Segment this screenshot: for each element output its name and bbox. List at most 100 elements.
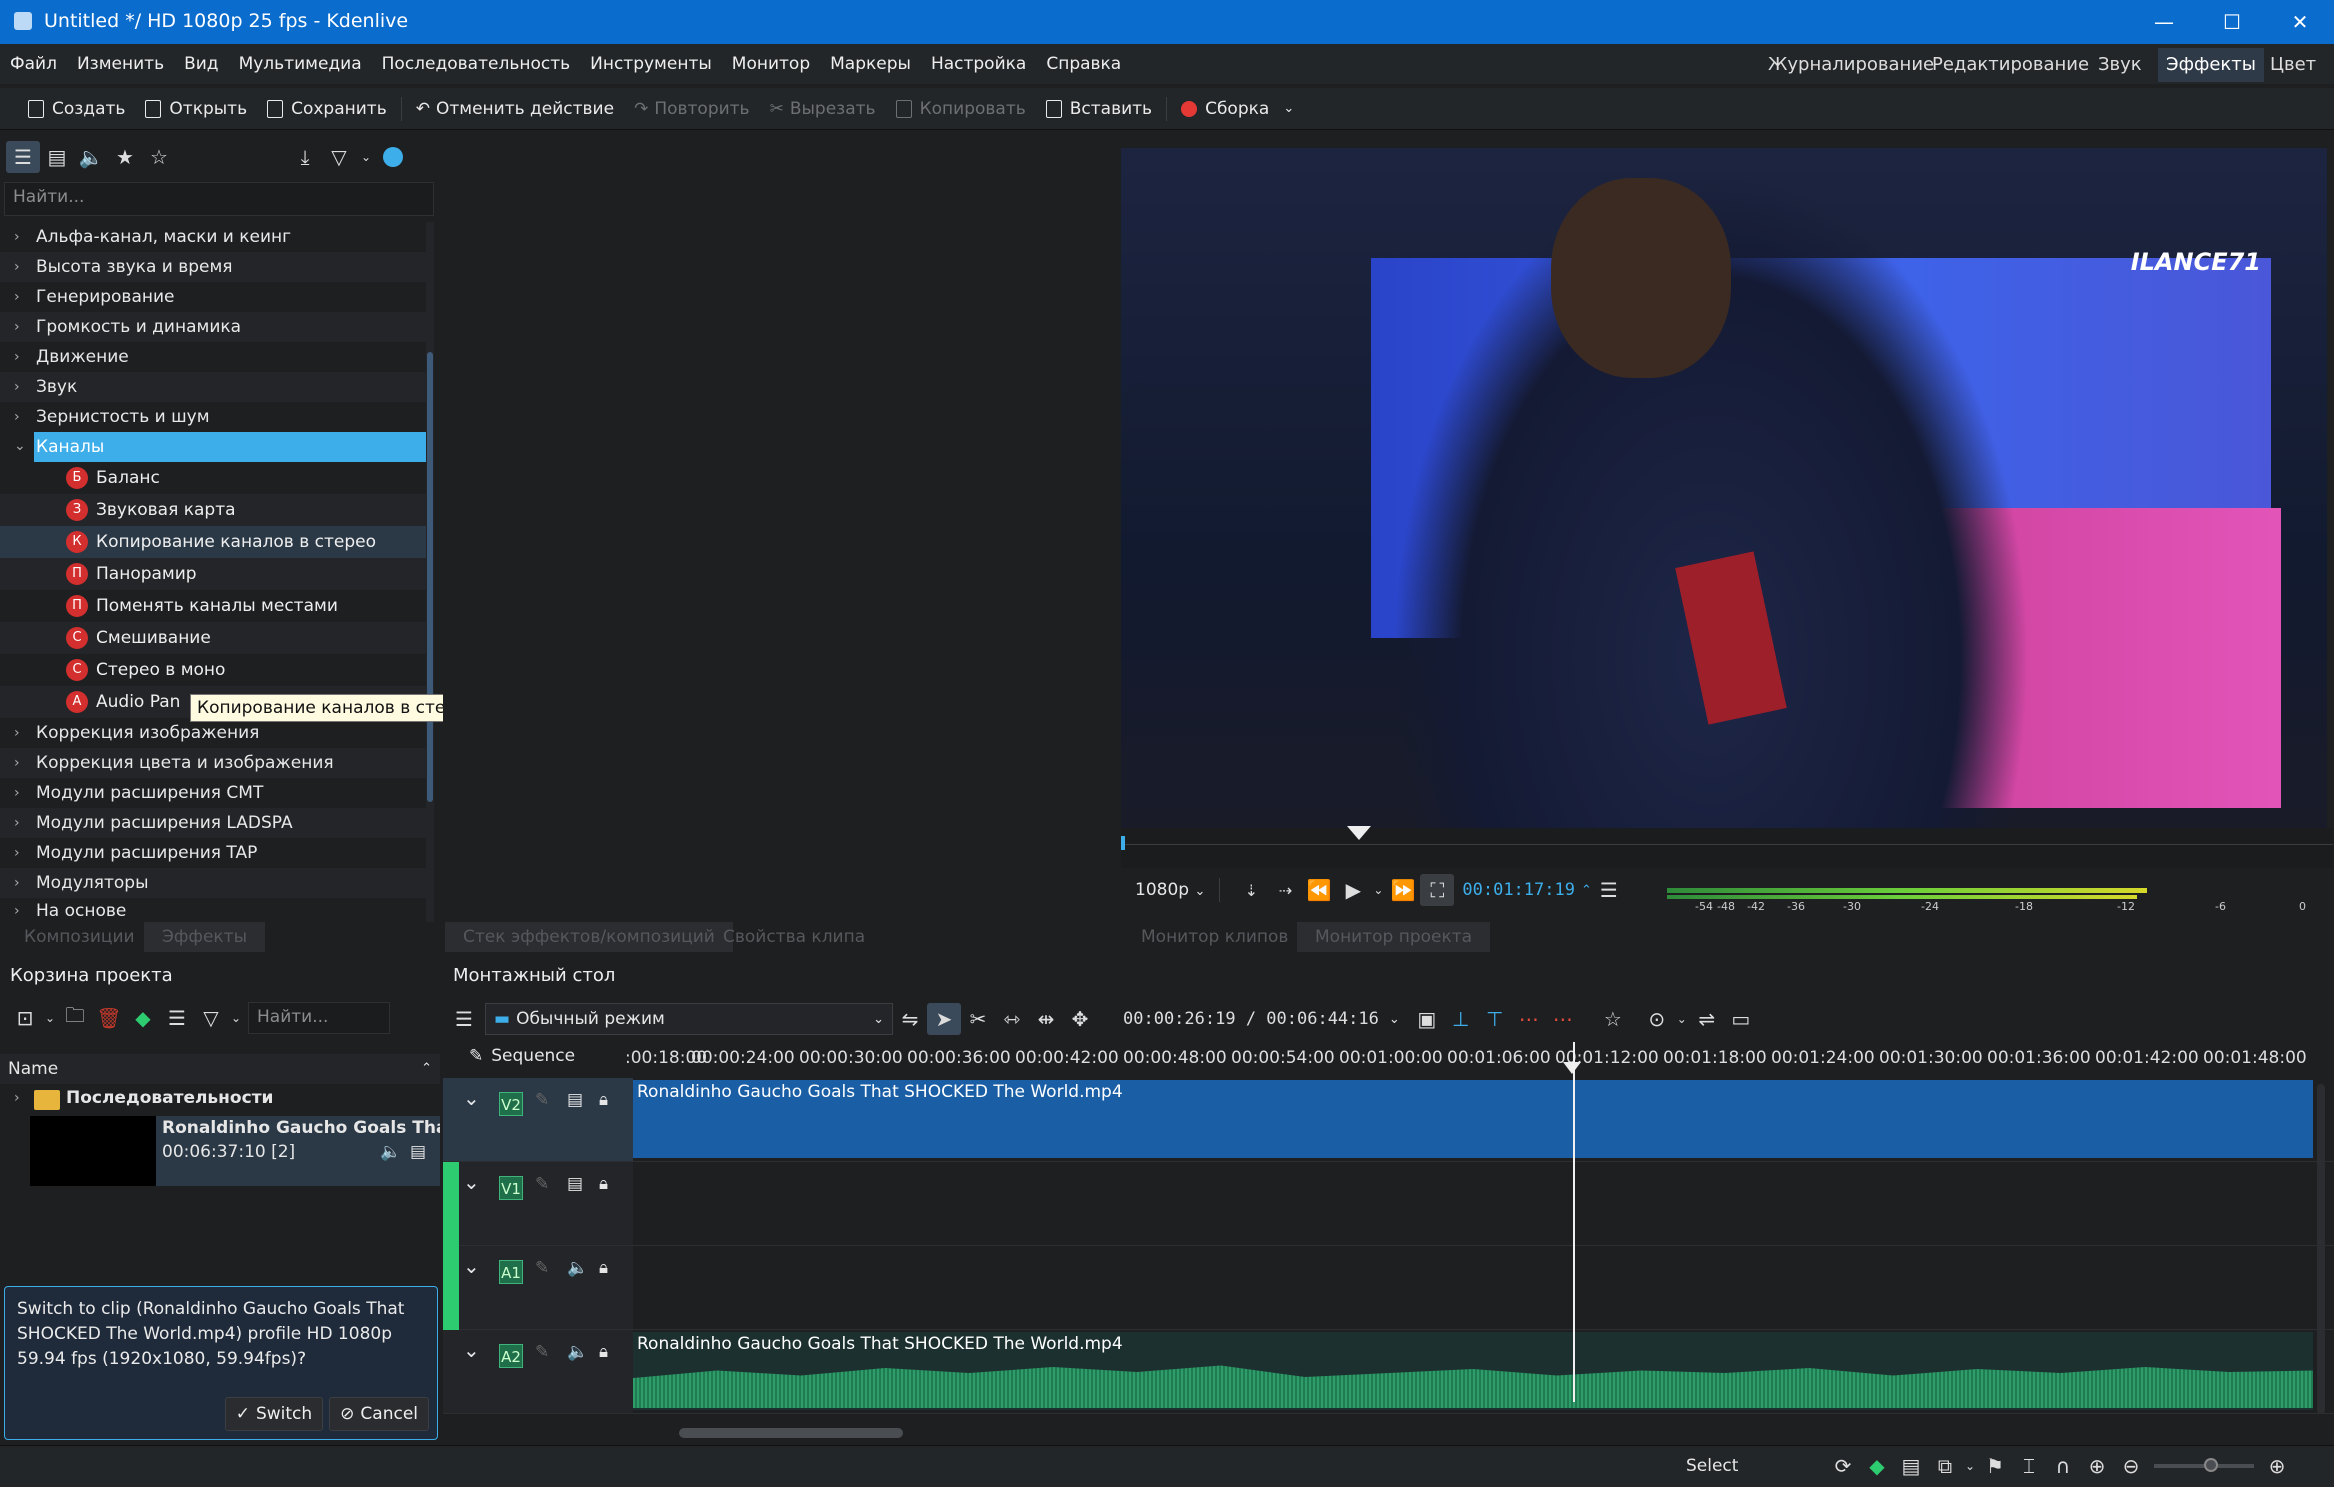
- effect-category[interactable]: › Модуляторы: [0, 868, 426, 898]
- bin-menu-icon[interactable]: ☰: [160, 1002, 194, 1034]
- timeline-menu-icon[interactable]: ☰: [447, 1003, 481, 1035]
- copy-button[interactable]: Копировать: [886, 88, 1036, 130]
- zoom-slider-handle[interactable]: [2204, 1458, 2218, 1472]
- effects-icon[interactable]: ✎: [535, 1258, 549, 1278]
- menu-settings[interactable]: Настройка: [921, 54, 1036, 74]
- track-header-a1[interactable]: ⌄ A1 ✎ 🔈 🔒︎: [459, 1246, 633, 1329]
- ripple-tool-icon[interactable]: ⇹: [1029, 1003, 1063, 1035]
- effect-category[interactable]: › Движение: [0, 342, 426, 372]
- menu-media[interactable]: Мультимедиа: [229, 54, 372, 74]
- chevron-down-icon[interactable]: ⌄: [356, 141, 376, 173]
- effect-item[interactable]: К Копирование каналов в стерео: [0, 526, 426, 558]
- cut-tool-icon[interactable]: ✂: [961, 1003, 995, 1035]
- collapse-icon[interactable]: ⌄: [463, 1254, 480, 1278]
- zoom-in-icon[interactable]: ⊕: [2260, 1450, 2294, 1482]
- insert-clip-icon[interactable]: ▣: [1410, 1003, 1444, 1035]
- video-frame[interactable]: ILANCE71: [1121, 148, 2327, 828]
- extract-icon[interactable]: ⋯: [1512, 1003, 1546, 1035]
- chevron-down-icon[interactable]: ⌄: [1389, 1012, 1400, 1027]
- effect-item[interactable]: П Панорамир: [0, 558, 426, 590]
- collapse-icon[interactable]: ⌄: [463, 1170, 480, 1194]
- playhead-marker-icon[interactable]: [1347, 826, 1371, 840]
- timeline-playhead[interactable]: [1573, 1042, 1575, 1402]
- bin-column-header[interactable]: Name ⌃: [0, 1054, 440, 1084]
- effects-icon[interactable]: ✎: [535, 1342, 549, 1362]
- render-button[interactable]: Сборка ⌄: [1171, 88, 1304, 130]
- monitor-timecode[interactable]: 00:01:17:19: [1462, 880, 1575, 900]
- effects-icon[interactable]: ✎: [535, 1174, 549, 1194]
- effect-category[interactable]: › Высота звука и время: [0, 252, 426, 282]
- undo-button[interactable]: ↶ Отменить действие: [406, 88, 624, 130]
- audio-effects-icon[interactable]: 🔈: [74, 141, 108, 173]
- markers-icon[interactable]: ⚑: [1978, 1450, 2012, 1482]
- razor-all-icon[interactable]: ⇋: [893, 1003, 927, 1035]
- workspace-audio[interactable]: Звук: [2090, 48, 2150, 82]
- favorites-icon[interactable]: ☆: [142, 141, 176, 173]
- track-header-v1[interactable]: ⌄ V1 ✎ ▤ 🔒︎: [459, 1162, 633, 1245]
- download-icon[interactable]: ⤓: [288, 141, 322, 173]
- fullscreen-zone-icon[interactable]: ⛶: [1420, 874, 1455, 906]
- mute-icon[interactable]: 🔈: [567, 1258, 588, 1278]
- lock-icon[interactable]: 🔒︎: [599, 1174, 608, 1194]
- effect-category-open[interactable]: ⌄ Каналы: [0, 432, 426, 462]
- cancel-button[interactable]: ⊘ Cancel: [329, 1397, 429, 1431]
- tab-compositions[interactable]: Композиции: [6, 922, 153, 952]
- menu-edit[interactable]: Изменить: [67, 54, 174, 74]
- remove-space-icon[interactable]: ⋯: [1546, 1003, 1580, 1035]
- filter-icon[interactable]: ▽: [322, 141, 356, 173]
- rewind-icon[interactable]: ⏪: [1302, 874, 1336, 906]
- tab-effects[interactable]: Эффекты: [144, 922, 265, 952]
- create-button[interactable]: Создать: [18, 88, 135, 130]
- scrollbar-thumb[interactable]: [427, 352, 433, 802]
- menu-help[interactable]: Справка: [1036, 54, 1131, 74]
- tab-clip-properties[interactable]: Свойства клипа: [705, 922, 883, 952]
- info-icon[interactable]: [376, 141, 410, 173]
- collapse-icon[interactable]: ⌄: [463, 1086, 480, 1110]
- custom-effects-icon[interactable]: ★: [108, 141, 142, 173]
- tab-clip-monitor[interactable]: Монитор клипов: [1123, 922, 1306, 952]
- zoom-out-icon[interactable]: ⊖: [2114, 1450, 2148, 1482]
- video-hide-icon[interactable]: ▤: [567, 1174, 583, 1194]
- chevron-down-icon[interactable]: ⌄: [228, 1002, 244, 1034]
- mute-icon[interactable]: 🔈: [567, 1342, 588, 1362]
- playhead-marker-icon[interactable]: [1563, 1062, 1581, 1074]
- resolution-select[interactable]: 1080p ⌄: [1135, 880, 1205, 900]
- effect-category[interactable]: › Громкость и динамика: [0, 312, 426, 342]
- effect-category[interactable]: › Коррекция изображения: [0, 718, 426, 748]
- cut-button[interactable]: ✂ Вырезать: [760, 88, 886, 130]
- effect-category[interactable]: › Генерирование: [0, 282, 426, 312]
- menu-sequence[interactable]: Последовательность: [372, 54, 580, 74]
- zoom-fit-icon[interactable]: ⊕: [2080, 1450, 2114, 1482]
- favorite-icon[interactable]: ☆: [1596, 1003, 1630, 1035]
- chevron-down-icon[interactable]: ⌄: [1370, 874, 1386, 906]
- delete-icon[interactable]: 🗑: [92, 1002, 126, 1034]
- video-effects-icon[interactable]: ▤: [40, 141, 74, 173]
- subtitle-icon[interactable]: ▭: [1724, 1003, 1758, 1035]
- chevron-down-icon[interactable]: ⌄: [1962, 1450, 1978, 1482]
- workspace-color[interactable]: Цвет: [2262, 48, 2324, 82]
- effect-category[interactable]: › Альфа-канал, маски и кеинг: [0, 222, 426, 252]
- mixer-icon[interactable]: ⇌: [1690, 1003, 1724, 1035]
- add-clip-icon[interactable]: ⊡: [8, 1002, 42, 1034]
- effect-item[interactable]: П Поменять каналы местами: [0, 590, 426, 622]
- menu-view[interactable]: Вид: [174, 54, 228, 74]
- menu-tools[interactable]: Инструменты: [580, 54, 722, 74]
- magnet-icon[interactable]: ∩: [2046, 1450, 2080, 1482]
- collapse-icon[interactable]: ⌄: [463, 1338, 480, 1362]
- effects-scrollbar[interactable]: [426, 222, 434, 922]
- snap-tag-icon[interactable]: ◆: [1860, 1450, 1894, 1482]
- effects-icon[interactable]: ✎: [535, 1090, 549, 1110]
- workspace-logging[interactable]: Журналирование: [1760, 48, 1942, 82]
- effect-category[interactable]: › Звук: [0, 372, 426, 402]
- menu-markers[interactable]: Маркеры: [820, 54, 921, 74]
- menu-file[interactable]: Файл: [0, 54, 67, 74]
- overwrite-icon[interactable]: ⊥: [1444, 1003, 1478, 1035]
- bin-search-input[interactable]: Найти...: [248, 1002, 390, 1034]
- timeline-timecode[interactable]: 00:00:26:19 / 00:06:44:16: [1123, 1009, 1379, 1029]
- select-tool-icon[interactable]: ➤: [927, 1003, 961, 1035]
- set-zone-in-icon[interactable]: ⇣: [1234, 874, 1268, 906]
- list-icon[interactable]: ☰: [6, 141, 40, 173]
- save-button[interactable]: Сохранить: [257, 88, 397, 130]
- paste-button[interactable]: Вставить: [1036, 88, 1162, 130]
- filter-icon[interactable]: ▽: [194, 1002, 228, 1034]
